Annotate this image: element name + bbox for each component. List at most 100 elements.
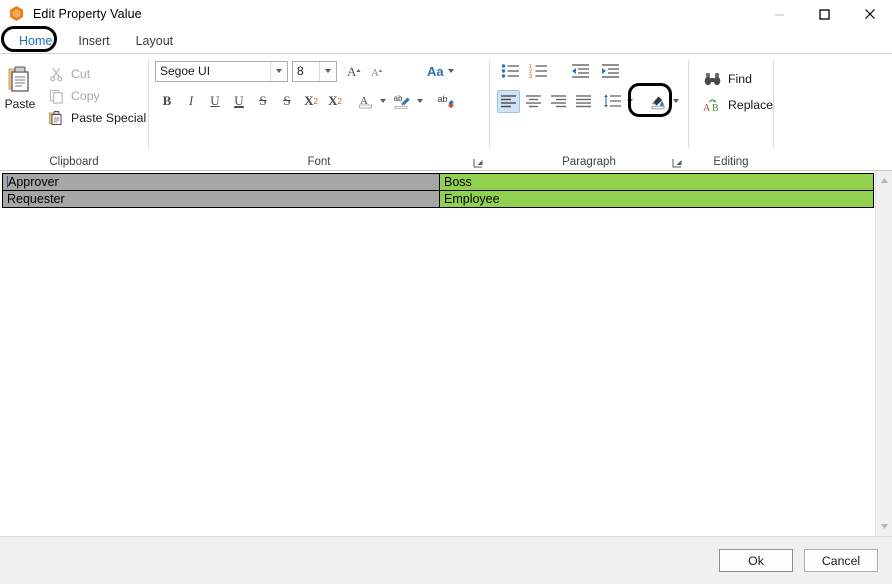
cut-button[interactable]: Cut [42, 63, 151, 85]
app-hexagon-icon [9, 6, 25, 22]
find-button[interactable]: Find [697, 66, 778, 92]
clear-formatting-button[interactable]: ab [433, 90, 459, 113]
paste-special-label: Paste Special [71, 111, 147, 125]
subscript-index: 2 [337, 96, 342, 106]
replace-button[interactable]: A B Replace [697, 92, 778, 118]
subscript-button[interactable]: X2 [323, 90, 347, 113]
cancel-button[interactable]: Cancel [804, 549, 878, 572]
font-name-chevron-down-icon[interactable] [270, 61, 287, 81]
change-case-chevron-down-icon[interactable] [447, 69, 454, 73]
line-spacing-icon[interactable] [601, 91, 624, 112]
font-dialog-launcher-button[interactable] [472, 157, 485, 170]
copy-icon [47, 88, 65, 105]
binoculars-icon [702, 70, 722, 88]
table-row[interactable]: Approver Boss [2, 173, 874, 191]
line-spacing-split-button[interactable] [600, 90, 637, 113]
font-size-chevron-down-icon[interactable] [319, 61, 336, 81]
svg-text:A: A [347, 64, 357, 79]
table-cell-key-text: Approver [8, 175, 59, 189]
paragraph-group-label: Paragraph [562, 156, 616, 168]
double-underline-label: U [234, 93, 244, 108]
tab-home[interactable]: Home [6, 31, 65, 53]
italic-button[interactable]: I [179, 90, 203, 113]
align-right-button[interactable] [547, 90, 570, 113]
text-highlight-split-button[interactable]: ab [390, 90, 427, 113]
font-name-combobox[interactable]: Segoe UI [155, 60, 288, 82]
align-left-icon [501, 95, 516, 108]
scrollbar-track[interactable] [877, 188, 892, 519]
ribbon-group-editing: Find A B Replace Editing [689, 54, 773, 171]
change-case-button[interactable]: Aa [423, 60, 458, 82]
find-label: Find [728, 72, 752, 86]
minimize-button[interactable] [757, 0, 802, 28]
paste-icon [8, 66, 29, 92]
scroll-up-arrow-icon[interactable] [877, 173, 892, 188]
font-color-icon[interactable]: A [354, 91, 377, 112]
vertical-scrollbar[interactable] [875, 171, 892, 536]
bold-button[interactable]: B [155, 90, 179, 113]
justify-button[interactable] [572, 90, 595, 113]
shrink-font-button[interactable]: A [366, 60, 389, 83]
font-group-label: Font [307, 156, 331, 168]
table-cell-key[interactable]: Approver [2, 173, 440, 191]
increase-indent-button[interactable] [597, 60, 623, 83]
font-color-chevron-down-icon[interactable] [377, 91, 389, 112]
copy-button[interactable]: Copy [42, 85, 151, 107]
shading-icon[interactable] [647, 91, 670, 112]
align-left-button[interactable] [497, 89, 520, 113]
decrease-indent-icon [571, 64, 589, 78]
table-row[interactable]: Requester Employee [2, 190, 874, 208]
table-cell-value[interactable]: Boss [439, 173, 874, 191]
ribbon-tab-strip: Home Insert Layout [0, 26, 892, 54]
align-center-button[interactable] [522, 90, 545, 113]
superscript-button[interactable]: X2 [299, 90, 323, 113]
superscript-exponent: 2 [313, 96, 318, 106]
font-name-value: Segoe UI [160, 64, 211, 78]
table-cell-key-text: Requester [7, 192, 65, 206]
justify-icon [576, 95, 591, 108]
tab-layout[interactable]: Layout [123, 31, 187, 53]
property-table: Approver Boss Requester Employee [2, 173, 874, 208]
ribbon-group-font: Segoe UI 8 A A Aa B I U U S S X 2 X 2 A … [149, 54, 489, 171]
paragraph-dialog-launcher-button[interactable] [671, 157, 684, 170]
paste-special-button[interactable]: Paste Special [42, 107, 151, 129]
text-highlight-chevron-down-icon[interactable] [414, 91, 426, 112]
tab-insert[interactable]: Insert [65, 31, 122, 53]
line-spacing-chevron-down-icon[interactable] [624, 91, 636, 112]
table-cell-value[interactable]: Employee [439, 190, 874, 208]
ok-button[interactable]: Ok [719, 549, 793, 572]
increase-indent-icon [601, 64, 619, 78]
decrease-indent-button[interactable] [567, 60, 593, 83]
svg-text:A: A [371, 67, 379, 79]
grow-font-button[interactable]: A [343, 60, 366, 83]
text-highlight-icon[interactable]: ab [391, 91, 414, 112]
underline-button[interactable]: U [203, 90, 227, 113]
strikethrough-label: S [259, 93, 267, 108]
font-size-value: 8 [297, 64, 304, 78]
table-cell-key[interactable]: Requester [2, 190, 440, 208]
clear-formatting-icon: ab [437, 94, 454, 109]
numbering-button[interactable]: 1 2 3 [525, 60, 551, 83]
strikethrough-button[interactable]: S [251, 90, 275, 113]
edit-property-value-window: Edit Property Value Home Insert Layout P… [0, 0, 892, 584]
double-underline-button[interactable]: U [227, 90, 251, 113]
close-button[interactable] [847, 0, 892, 28]
bullets-button[interactable] [497, 60, 523, 83]
editing-group-label: Editing [713, 156, 749, 168]
rich-text-editor[interactable]: Approver Boss Requester Employee [0, 171, 875, 536]
bold-label: B [162, 93, 172, 108]
shading-chevron-down-icon[interactable] [670, 91, 682, 112]
font-size-combobox[interactable]: 8 [292, 60, 337, 82]
maximize-button[interactable] [802, 0, 847, 28]
svg-text:B: B [712, 103, 719, 113]
paste-button[interactable]: Paste [4, 60, 36, 111]
align-center-icon [526, 95, 541, 108]
clipboard-group-label: Clipboard [49, 156, 99, 168]
scroll-down-arrow-icon[interactable] [877, 519, 892, 534]
shading-split-button[interactable] [646, 90, 683, 113]
double-strikethrough-button[interactable]: S [275, 90, 299, 113]
font-color-split-button[interactable]: A [353, 90, 390, 113]
replace-label: Replace [728, 98, 774, 112]
paste-button-label: Paste [4, 97, 36, 111]
table-cell-value-text: Boss [444, 175, 472, 189]
